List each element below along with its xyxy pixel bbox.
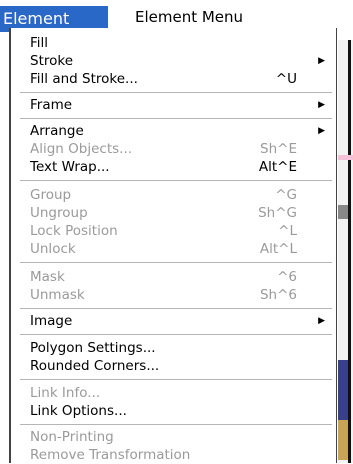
menu-item-label: Fill and Stroke... bbox=[30, 71, 138, 87]
menu-title: Element Menu bbox=[135, 8, 244, 26]
menu-item-ungroup[interactable]: Ungroup Sh^G bbox=[30, 204, 330, 222]
menu-separator bbox=[20, 180, 332, 182]
submenu-arrow-icon: ▶ bbox=[318, 126, 325, 136]
menu-item-label: Unmask bbox=[30, 287, 85, 303]
menu-item-mask[interactable]: Mask ^6 bbox=[30, 268, 330, 286]
menu-item-shortcut: Alt^L bbox=[259, 241, 297, 257]
background-swatch bbox=[338, 155, 353, 160]
menu-item-label: Polygon Settings... bbox=[30, 340, 156, 356]
menu-separator bbox=[20, 334, 332, 336]
background-window-edge bbox=[338, 40, 353, 463]
menu-item-label: Image bbox=[30, 313, 73, 329]
menu-item-label: Frame bbox=[30, 97, 73, 113]
menu-item-group[interactable]: Group ^G bbox=[30, 186, 330, 204]
menu-item-label: Rounded Corners... bbox=[30, 358, 160, 374]
background-divider bbox=[348, 40, 351, 463]
submenu-arrow-icon: ▶ bbox=[318, 56, 325, 66]
menu-item-fill-and-stroke[interactable]: Fill and Stroke... ^U bbox=[30, 70, 330, 88]
background-swatch bbox=[338, 360, 348, 420]
menu-item-label: Non-Printing bbox=[30, 429, 114, 445]
menu-item-frame[interactable]: Frame ▶ bbox=[30, 96, 330, 114]
menu-item-label: Align Objects... bbox=[30, 141, 133, 157]
menu-item-stroke[interactable]: Stroke ▶ bbox=[30, 52, 330, 70]
tab-element-label: Element bbox=[3, 9, 70, 28]
menu-item-remove-transformation[interactable]: Remove Transformation bbox=[30, 446, 330, 464]
menu-separator bbox=[20, 262, 332, 264]
menu-separator bbox=[20, 308, 332, 310]
menu-item-label: Stroke bbox=[30, 53, 74, 69]
menu-separator bbox=[20, 92, 332, 94]
menu-item-fill[interactable]: Fill bbox=[30, 34, 330, 52]
menu-item-image[interactable]: Image ▶ bbox=[30, 312, 330, 330]
menu-item-label: Link Options... bbox=[30, 403, 127, 419]
menu-item-non-printing[interactable]: Non-Printing bbox=[30, 428, 330, 446]
menu-item-label: Ungroup bbox=[30, 205, 88, 221]
menu-separator bbox=[20, 379, 332, 381]
submenu-arrow-icon: ▶ bbox=[318, 316, 325, 326]
menu-item-link-info[interactable]: Link Info... bbox=[30, 384, 330, 402]
menu-item-shortcut: ^U bbox=[275, 71, 297, 87]
menu-item-shortcut: Sh^6 bbox=[259, 287, 297, 303]
menu-item-text-wrap[interactable]: Text Wrap... Alt^E bbox=[30, 158, 330, 176]
menu-item-shortcut: ^L bbox=[278, 223, 297, 239]
menu-item-align-objects[interactable]: Align Objects... Sh^E bbox=[30, 140, 330, 158]
menu-item-label: Group bbox=[30, 187, 72, 203]
menu-item-label: Fill bbox=[30, 35, 49, 51]
menu-item-link-options[interactable]: Link Options... bbox=[30, 402, 330, 420]
menu-item-label: Link Info... bbox=[30, 385, 101, 401]
menu-item-shortcut: ^6 bbox=[277, 269, 297, 285]
menu-item-polygon-settings[interactable]: Polygon Settings... bbox=[30, 339, 330, 357]
menu-item-shortcut: Alt^E bbox=[258, 159, 297, 175]
background-swatch bbox=[338, 420, 348, 460]
menu-item-label: Text Wrap... bbox=[30, 159, 110, 175]
menu-item-label: Unlock bbox=[30, 241, 76, 257]
menu-item-unmask[interactable]: Unmask Sh^6 bbox=[30, 286, 330, 304]
menu-item-shortcut: Sh^E bbox=[260, 141, 297, 157]
menu-item-unlock[interactable]: Unlock Alt^L bbox=[30, 240, 330, 258]
submenu-arrow-icon: ▶ bbox=[318, 100, 325, 110]
background-swatch bbox=[338, 205, 348, 219]
menu-item-lock-position[interactable]: Lock Position ^L bbox=[30, 222, 330, 240]
menu-item-label: Arrange bbox=[30, 123, 84, 139]
menu-separator bbox=[20, 424, 332, 426]
menu-item-arrange[interactable]: Arrange ▶ bbox=[30, 122, 330, 140]
menu-separator bbox=[20, 118, 332, 120]
menu-item-rounded-corners[interactable]: Rounded Corners... bbox=[30, 357, 330, 375]
element-menu: Fill Stroke ▶ Fill and Stroke... ^U Fram… bbox=[9, 28, 337, 463]
menu-item-shortcut: Sh^G bbox=[258, 205, 297, 221]
menu-item-label: Mask bbox=[30, 269, 65, 285]
menu-item-label: Lock Position bbox=[30, 223, 118, 239]
menu-item-label: Remove Transformation bbox=[30, 447, 191, 463]
menu-item-shortcut: ^G bbox=[275, 187, 297, 203]
